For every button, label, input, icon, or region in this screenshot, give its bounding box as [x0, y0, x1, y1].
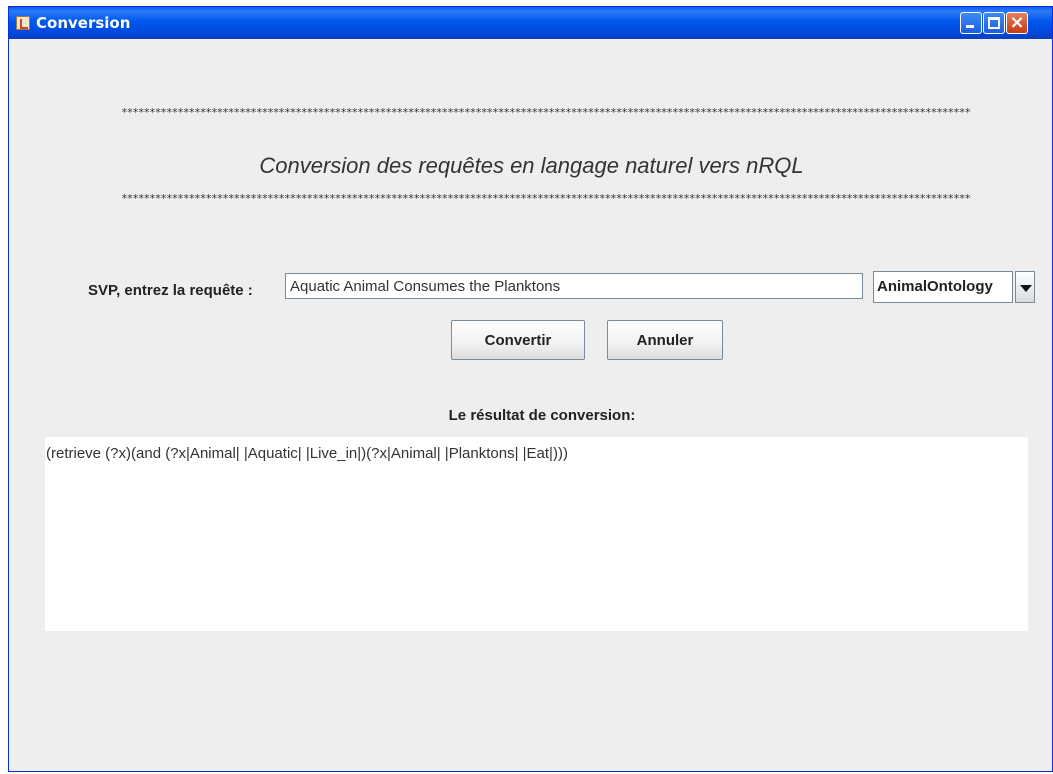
- separator-top: ****************************************…: [121, 106, 971, 119]
- result-text-area[interactable]: (retrieve (?x)(and (?x|Animal| |Aquatic|…: [45, 437, 1028, 631]
- page-heading: Conversion des requêtes en langage natur…: [259, 153, 804, 178]
- ontology-select[interactable]: AnimalOntology: [873, 271, 1035, 305]
- close-button[interactable]: ×: [1006, 12, 1028, 34]
- convert-button[interactable]: Convertir: [451, 320, 585, 360]
- result-label: Le résultat de conversion:: [448, 407, 636, 424]
- maximize-icon: [988, 17, 1000, 29]
- query-label: SVP, entrez la requête :: [88, 282, 253, 299]
- title-bar[interactable]: Conversion ×: [9, 7, 1052, 39]
- minimize-button[interactable]: [960, 12, 982, 34]
- maximize-button[interactable]: [983, 12, 1005, 34]
- conversion-window: Conversion × ***************************…: [8, 6, 1053, 772]
- query-input[interactable]: [285, 273, 863, 299]
- window-title: Conversion: [36, 14, 131, 32]
- chevron-down-icon[interactable]: [1015, 271, 1035, 303]
- separator-bottom: ****************************************…: [121, 192, 971, 205]
- ontology-selected-value[interactable]: AnimalOntology: [873, 271, 1013, 303]
- close-icon: ×: [1009, 12, 1025, 33]
- java-app-icon: [16, 16, 30, 30]
- cancel-button[interactable]: Annuler: [607, 320, 723, 360]
- minimize-icon: [966, 25, 974, 28]
